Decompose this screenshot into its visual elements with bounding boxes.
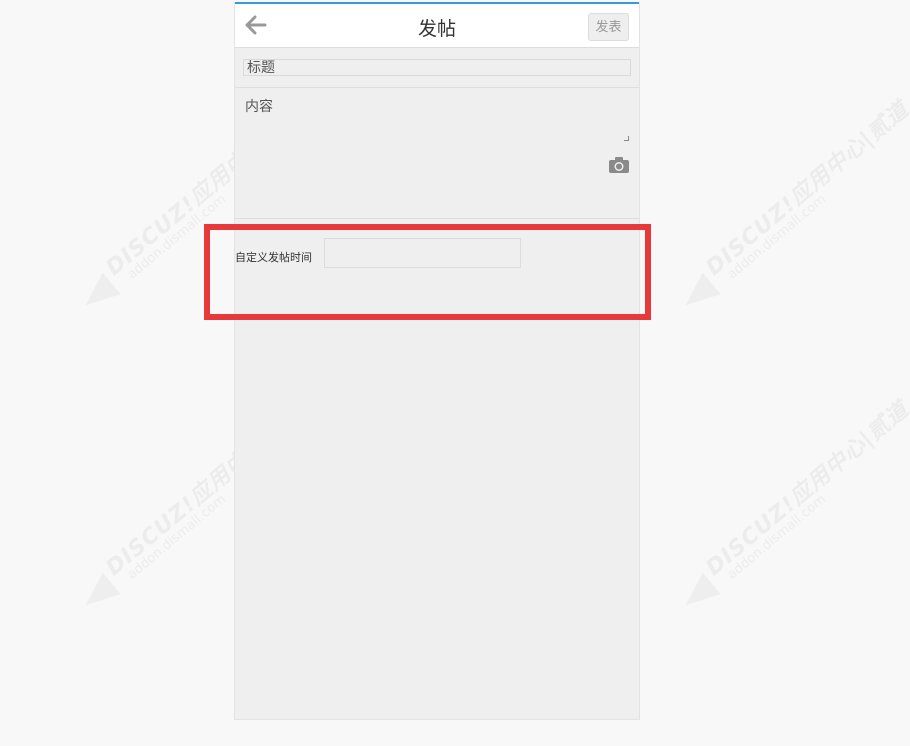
page-title: 发帖 [417, 18, 456, 40]
content-section [235, 88, 639, 219]
content-textarea[interactable] [243, 94, 633, 148]
watermark-url: addon.dismall.com [724, 191, 829, 283]
header-bar: 发帖 发表 [235, 2, 639, 48]
watermark-url: addon.dismall.com [724, 491, 829, 583]
camera-icon [609, 157, 629, 173]
upload-image-button[interactable] [608, 156, 630, 174]
watermark-logo-icon [76, 572, 121, 616]
watermark-brand: DISCUZ!应用中心|贰道 [701, 97, 910, 282]
custom-time-row: 自定义发帖时间 [235, 238, 639, 272]
watermark-brand: DISCUZ!应用中心|贰道 [701, 397, 910, 582]
title-input[interactable] [243, 59, 631, 76]
publish-button[interactable]: 发表 [588, 13, 629, 41]
watermark: DISCUZ!应用中心|贰道 addon.dismall.com [641, 397, 910, 652]
title-row [235, 48, 639, 88]
screen: DISCUZ!应用中心|贰道 addon.dismall.com DISCUZ!… [0, 0, 910, 746]
watermark-logo-icon [676, 272, 721, 316]
textarea-resize-handle[interactable] [624, 136, 629, 141]
watermark-url: addon.dismall.com [124, 191, 229, 283]
watermark-logo-icon [676, 572, 721, 616]
custom-time-label: 自定义发帖时间 [235, 251, 312, 264]
watermark: DISCUZ!应用中心|贰道 addon.dismall.com [641, 97, 910, 352]
custom-time-input[interactable] [324, 238, 521, 268]
watermark-logo-icon [76, 272, 121, 316]
post-form-page: 发帖 发表 自定义发帖时间 [234, 2, 640, 720]
watermark-url: addon.dismall.com [124, 491, 229, 583]
